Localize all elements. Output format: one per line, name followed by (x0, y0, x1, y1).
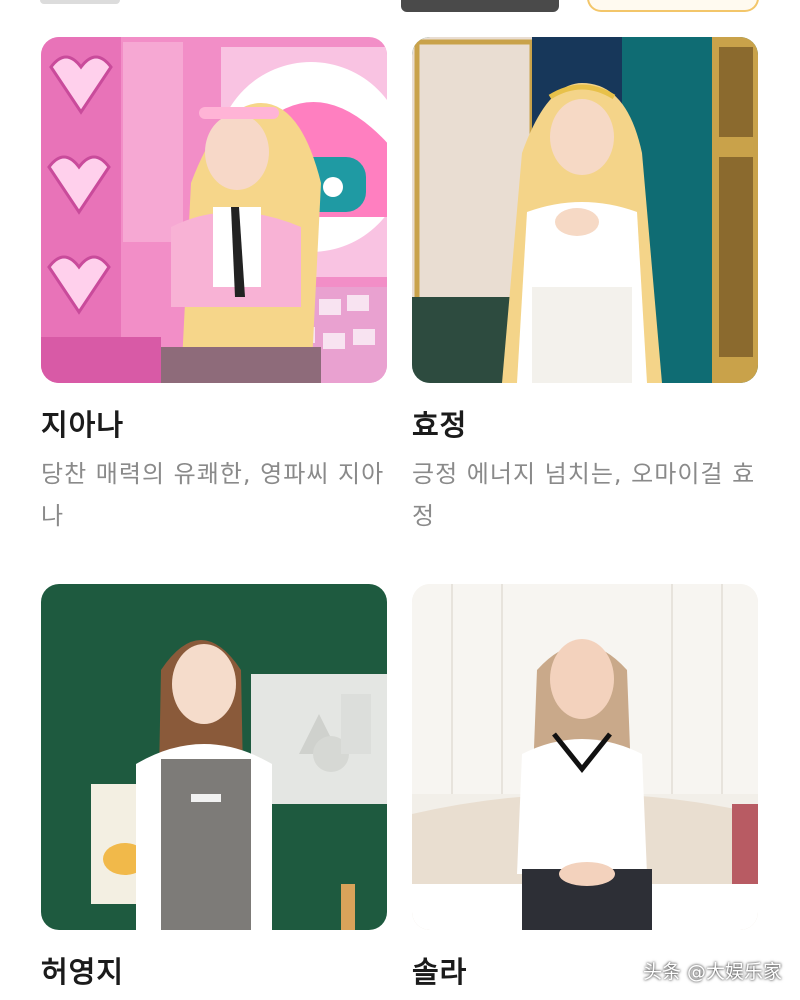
profile-card-3[interactable]: 허영지 (41, 584, 387, 989)
section-heading-fragment (40, 0, 120, 4)
profile-name: 솔라 (412, 955, 468, 989)
profile-card-2[interactable]: 효정 긍정 에너지 넘치는, 오마이걸 효정 (412, 37, 758, 530)
profile-name: 효정 (412, 408, 468, 442)
profile-name: 허영지 (41, 955, 125, 989)
profile-photo[interactable] (412, 584, 758, 930)
profile-name: 지아나 (41, 408, 125, 442)
profile-card-1[interactable]: 지아나 당찬 매력의 유쾌한, 영파씨 지아나 (41, 37, 387, 530)
watermark: 头条 @大娱乐家 (642, 961, 782, 983)
profile-photo[interactable] (412, 37, 758, 383)
filter-button-dark[interactable] (401, 0, 559, 12)
profile-photo[interactable] (41, 584, 387, 930)
profile-card-4[interactable]: 솔라 (412, 584, 758, 989)
profile-photo[interactable] (41, 37, 387, 383)
profile-description: 당찬 매력의 유쾌한, 영파씨 지아나 (41, 460, 385, 530)
filter-button-outline[interactable] (587, 0, 759, 12)
profile-description: 긍정 에너지 넘치는, 오마이걸 효정 (412, 460, 756, 530)
